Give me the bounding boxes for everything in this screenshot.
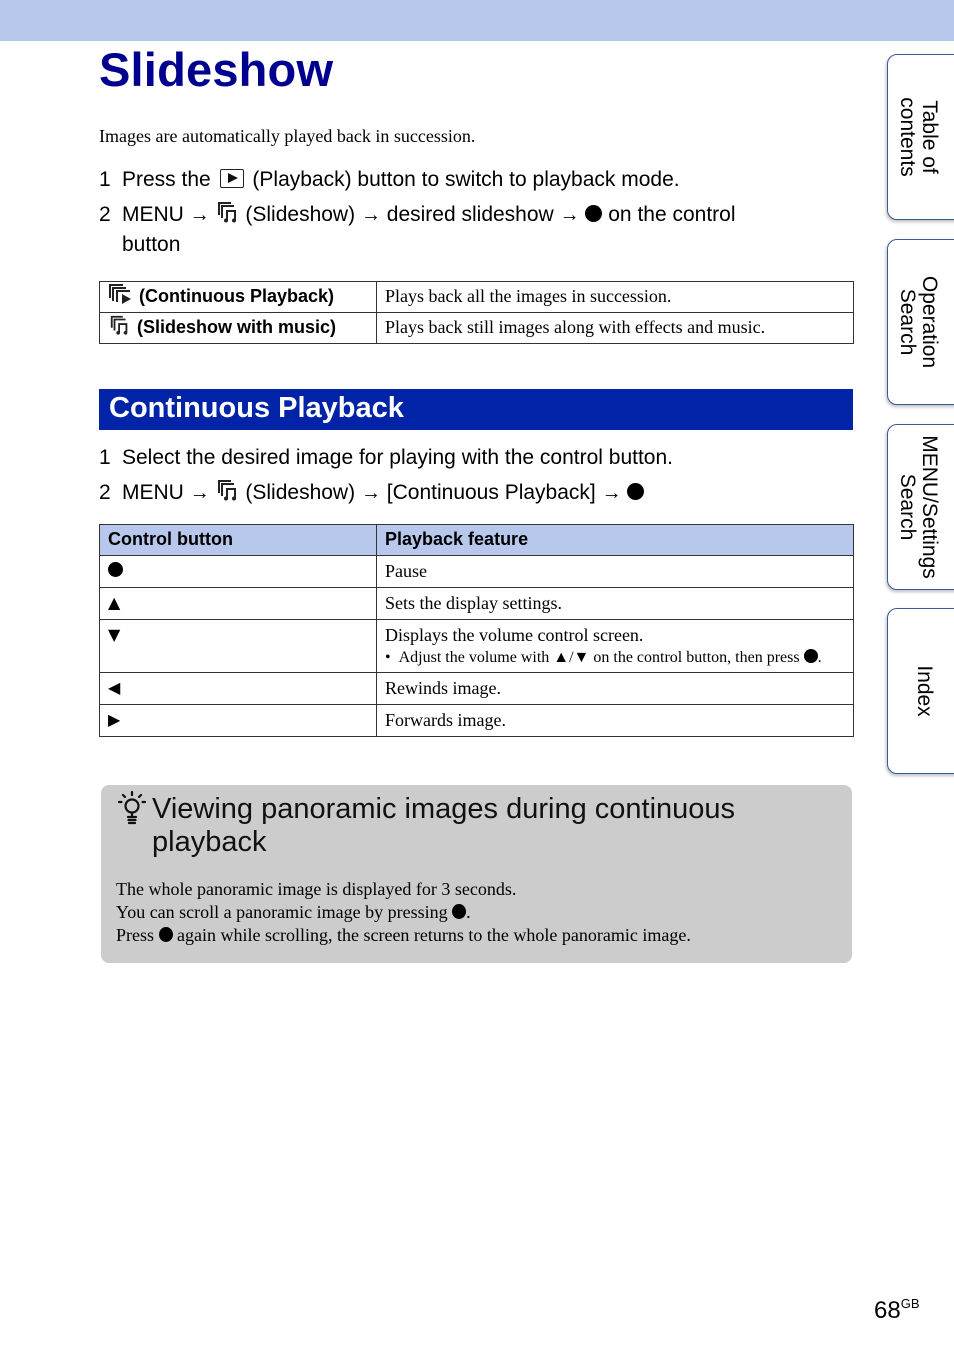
playback-button-icon bbox=[219, 169, 244, 188]
step-1: 1 Press the (Playback) button to switch t… bbox=[99, 165, 680, 194]
note-text: . bbox=[817, 649, 822, 666]
slideshow-icon bbox=[217, 202, 236, 223]
hint-title: Viewing panoramic images during continuo… bbox=[152, 793, 736, 858]
mode-name: (Slideshow with music) bbox=[137, 317, 337, 337]
slideshow-modes-table: (Continuous Playback) Plays back all the… bbox=[99, 281, 854, 344]
step-text: desired slideshow bbox=[386, 203, 554, 226]
control-symbol-cell bbox=[99, 555, 377, 588]
center-button-icon bbox=[108, 562, 123, 577]
step-text: (Slideshow) bbox=[245, 481, 356, 504]
note-text: Adjust the volume with ▲/▼ on the contro… bbox=[398, 649, 800, 666]
section-step-1: 1 Select the desired image for playing wi… bbox=[99, 443, 673, 472]
lightbulb-hint-icon bbox=[117, 790, 147, 825]
mode-name-cell: (Slideshow with music) bbox=[99, 312, 377, 344]
arrow-icon: → bbox=[360, 204, 381, 226]
feature-note: • Adjust the volume with ▲/▼ on the cont… bbox=[385, 649, 822, 666]
mode-name-cell: (Continuous Playback) bbox=[99, 281, 377, 313]
center-button-icon bbox=[627, 483, 645, 500]
step-text: (Playback) button to switch to playback … bbox=[252, 168, 680, 191]
page-number: 68GB bbox=[874, 1296, 920, 1324]
right-button-icon: ▶ bbox=[99, 704, 377, 737]
table-row: (Slideshow with music) Plays back still … bbox=[99, 312, 854, 344]
step-2: 2 MENU → (Slideshow) → desired slideshow … bbox=[99, 200, 736, 259]
center-button-icon bbox=[585, 205, 603, 222]
center-button-icon bbox=[452, 904, 467, 919]
arrow-icon: → bbox=[189, 482, 210, 504]
mode-name: (Continuous Playback) bbox=[139, 286, 335, 306]
left-button-icon: ◀ bbox=[99, 672, 377, 705]
table-row: ▼ Displays the volume control screen. • … bbox=[99, 619, 854, 673]
feature-cell: Forwards image. bbox=[376, 704, 854, 737]
column-header: Playback feature bbox=[376, 524, 854, 556]
table-row: ▶ Forwards image. bbox=[99, 704, 854, 737]
continuous-playback-icon bbox=[109, 284, 131, 304]
step-number: 2 bbox=[99, 481, 111, 504]
hint-line: Press again while scrolling, the screen … bbox=[116, 924, 691, 947]
arrow-icon: → bbox=[189, 204, 210, 226]
slideshow-music-icon bbox=[110, 315, 128, 335]
arrow-icon: → bbox=[360, 482, 381, 504]
hint-text: again while scrolling, the screen return… bbox=[177, 925, 691, 945]
side-tab-index[interactable]: Index bbox=[887, 608, 954, 774]
step-number: 2 bbox=[99, 203, 111, 226]
side-tab-menu-settings-search[interactable]: MENU/Settings Search bbox=[887, 424, 954, 590]
page-title: Slideshow bbox=[99, 43, 334, 96]
intro-text: Images are automatically played back in … bbox=[99, 126, 476, 146]
step-text: Select the desired image for playing wit… bbox=[122, 446, 673, 469]
table-row: (Continuous Playback) Plays back all the… bbox=[99, 281, 854, 313]
control-button-table: Control button Playback feature Pause ▲ … bbox=[99, 524, 854, 737]
feature-text: Displays the volume control screen. bbox=[385, 625, 644, 645]
arrow-icon: → bbox=[559, 204, 580, 226]
step-number: 1 bbox=[99, 168, 111, 191]
step-text: on the control bbox=[608, 203, 736, 226]
center-button-icon bbox=[158, 927, 173, 942]
hint-text: . bbox=[466, 902, 471, 922]
feature-cell: Displays the volume control screen. • Ad… bbox=[376, 619, 854, 673]
down-button-icon: ▼ bbox=[99, 619, 377, 673]
table-row: Pause bbox=[99, 555, 854, 588]
feature-cell: Sets the display settings. bbox=[376, 587, 854, 620]
side-tab-label: Operation Search bbox=[896, 275, 941, 369]
hint-text: You can scroll a panoramic image by pres… bbox=[116, 902, 448, 922]
step-text: Press the bbox=[122, 168, 211, 191]
table-row: ▲ Sets the display settings. bbox=[99, 587, 854, 620]
side-tab-table-of-contents[interactable]: Table of contents bbox=[887, 54, 954, 220]
feature-cell: Pause bbox=[376, 555, 854, 588]
top-bar bbox=[0, 0, 954, 41]
feature-cell: Rewinds image. bbox=[376, 672, 854, 705]
hint-line: You can scroll a panoramic image by pres… bbox=[116, 901, 691, 924]
arrow-icon: → bbox=[601, 482, 622, 504]
step-text: button bbox=[122, 233, 181, 256]
table-row: ◀ Rewinds image. bbox=[99, 672, 854, 705]
table-header-row: Control button Playback feature bbox=[99, 524, 854, 556]
up-button-icon: ▲ bbox=[99, 587, 377, 620]
hint-text: Press bbox=[116, 925, 155, 945]
center-button-icon bbox=[803, 649, 818, 663]
side-tab-label: Table of contents bbox=[896, 97, 941, 177]
hint-body: The whole panoramic image is displayed f… bbox=[116, 878, 691, 947]
side-tab-label: MENU/Settings Search bbox=[896, 435, 941, 579]
menu-label: MENU bbox=[122, 203, 184, 226]
side-tab-label: Index bbox=[913, 665, 936, 717]
hint-line: The whole panoramic image is displayed f… bbox=[116, 879, 517, 899]
side-tab-operation-search[interactable]: Operation Search bbox=[887, 239, 954, 405]
step-text: (Slideshow) bbox=[245, 203, 356, 226]
step-text: [Continuous Playback] bbox=[386, 481, 596, 504]
hint-box: Viewing panoramic images during continuo… bbox=[101, 785, 852, 963]
step-number: 1 bbox=[99, 446, 111, 469]
section-step-2: 2 MENU → (Slideshow) → [Continuous Playba… bbox=[99, 478, 645, 508]
mode-description: Plays back still images along with effec… bbox=[376, 312, 854, 344]
column-header: Control button bbox=[99, 524, 377, 556]
menu-label: MENU bbox=[122, 481, 184, 504]
slideshow-icon bbox=[217, 480, 236, 501]
section-heading: Continuous Playback bbox=[99, 389, 853, 430]
mode-description: Plays back all the images in succession. bbox=[376, 281, 854, 313]
